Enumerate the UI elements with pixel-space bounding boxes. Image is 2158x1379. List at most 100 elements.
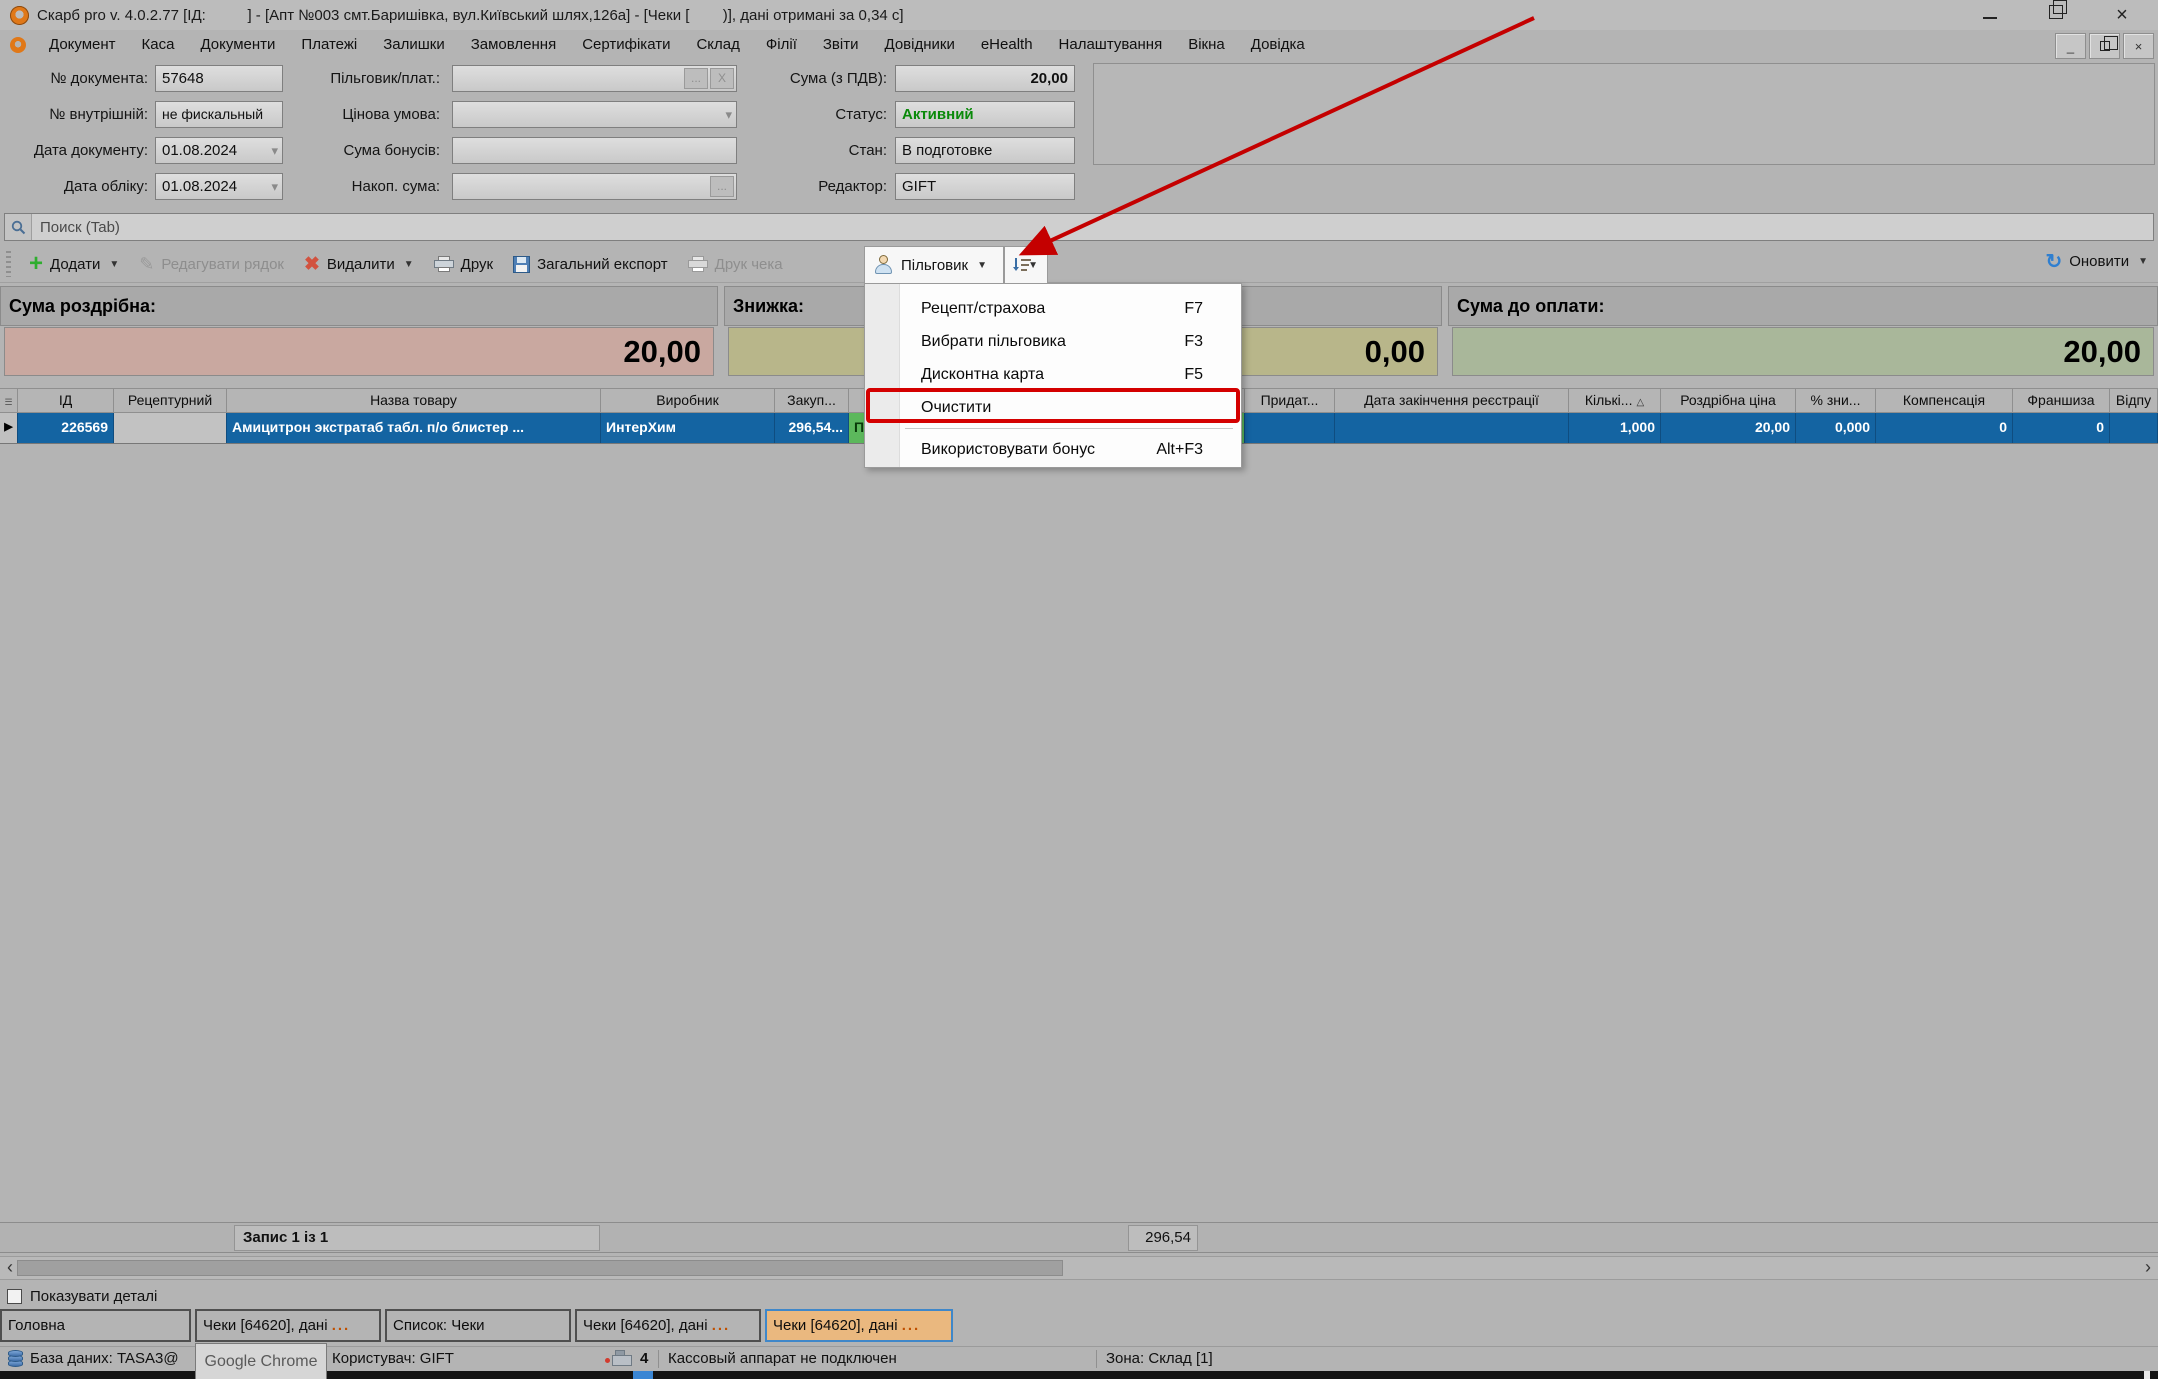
export-button[interactable]: Загальний експорт [503,249,678,279]
menubar-item[interactable]: Замовлення [458,30,569,60]
plus-icon: + [29,254,43,274]
table-cell[interactable]: 0 [1876,413,2013,443]
table-cell[interactable]: ИнтерХим [601,413,775,443]
table-cell[interactable]: Амицитрон экстратаб табл. п/о блистер ..… [227,413,601,443]
account-date-field[interactable]: 01.08.2024▾ [155,173,283,200]
column-header[interactable]: Назва товару [227,388,601,413]
table-cell[interactable]: 0 [2013,413,2110,443]
menubar-item[interactable]: Довідники [872,30,968,60]
beneficiary-field[interactable]: ... X [452,65,737,92]
sort-menu-button[interactable]: ▼ [1004,246,1048,283]
chevron-down-icon[interactable]: ▾ [725,102,732,127]
menu-item-рецепт-страхова[interactable]: Рецепт/страховаF7 [865,292,1241,325]
table-cell[interactable]: 20,00 [1661,413,1796,443]
column-header[interactable]: % зни... [1796,388,1876,413]
price-condition-label: Цінова умова: [290,101,440,128]
bottom-tab[interactable]: Чеки [64620], дані ... [575,1309,761,1342]
chevron-down-icon[interactable]: ▾ [271,138,278,163]
refresh-icon: ↻ [2045,249,2062,274]
accum-sum-field[interactable]: ... [452,173,737,200]
menubar-item[interactable]: Налаштування [1046,30,1176,60]
menu-item-вибрати-пільговика[interactable]: Вибрати пільговикаF3 [865,325,1241,358]
restore-button[interactable] [2046,0,2066,30]
scroll-left-arrow[interactable]: ‹ [2,1257,18,1279]
menu-item-очистити[interactable]: Очистити [865,391,1241,424]
add-button[interactable]: + Додати▼ [19,249,129,279]
export-icon [513,256,530,273]
edit-row-button[interactable]: ✎ Редагувати рядок [129,249,294,279]
menubar-item[interactable]: Платежі [288,30,370,60]
menubar-item[interactable]: Філії [753,30,810,60]
chrome-window-overlay[interactable]: Google Chrome [195,1343,327,1379]
bonus-sum-field[interactable] [452,137,737,164]
minimize-button[interactable] [1980,0,2000,30]
horizontal-scrollbar[interactable]: ‹ › [0,1256,2158,1280]
column-header[interactable]: Франшиза [2013,388,2110,413]
accum-sum-browse-button[interactable]: ... [710,176,734,197]
show-details-checkbox[interactable] [7,1289,22,1304]
state-label: Стан: [737,137,887,164]
menubar-item[interactable]: eHealth [968,30,1046,60]
menubar-item[interactable]: Склад [683,30,752,60]
search-input[interactable] [32,219,2153,236]
price-condition-field[interactable]: ▾ [452,101,737,128]
column-header[interactable]: Придат... [1245,388,1335,413]
mdi-minimize-button[interactable]: _ [2055,33,2086,59]
close-button[interactable]: × [2112,0,2132,30]
menubar-item[interactable]: Документи [187,30,288,60]
refresh-button[interactable]: ↻ Оновити▼ [2045,249,2148,274]
scrollbar-thumb[interactable] [17,1260,1063,1276]
current-row-indicator: ▶ [0,413,18,443]
delete-button[interactable]: ✖ Видалити▼ [294,249,424,279]
column-header[interactable]: Компенсація [1876,388,2013,413]
notes-panel[interactable] [1093,63,2155,165]
toolbar: + Додати▼ ✎ Редагувати рядок ✖ Видалити▼… [0,246,2158,283]
menu-item-використовувати-бонус[interactable]: Використовувати бонусAlt+F3 [865,433,1241,466]
doc-date-field[interactable]: 01.08.2024▾ [155,137,283,164]
column-header[interactable]: Відпу [2110,388,2158,413]
table-cell[interactable]: 1,000 [1569,413,1661,443]
table-cell[interactable]: 226569 [18,413,114,443]
bottom-tab[interactable]: Чеки [64620], дані ... [765,1309,953,1342]
menubar-item[interactable]: Залишки [370,30,458,60]
column-header[interactable]: Закуп... [775,388,849,413]
register-count: 4 [640,1347,648,1371]
column-header[interactable]: Виробник [601,388,775,413]
table-cell[interactable]: 296,54... [775,413,849,443]
print-button[interactable]: Друк [424,249,503,279]
menubar-item[interactable]: Довідка [1238,30,1318,60]
column-header[interactable]: Рецептурний [114,388,227,413]
column-header[interactable]: Роздрібна ціна [1661,388,1796,413]
internal-number-field[interactable]: не фискальный [155,101,283,128]
zone-status: Зона: Склад [1] [1106,1347,1213,1371]
toolbar-grip[interactable] [6,251,11,277]
bottom-tab[interactable]: Чеки [64620], дані ... [195,1309,381,1342]
print-check-button[interactable]: Друк чека [678,249,793,279]
column-header[interactable]: Дата закінчення реєстрації [1335,388,1569,413]
table-cell[interactable]: 0,000 [1796,413,1876,443]
user-status: Користувач: GIFT [332,1347,454,1371]
menubar-item[interactable]: Каса [129,30,188,60]
beneficiary-menu-button[interactable]: Пільговик▼ [864,246,1004,283]
beneficiary-clear-button[interactable]: X [710,68,734,89]
mdi-close-button[interactable]: × [2123,33,2154,59]
bottom-tab[interactable]: Головна [0,1309,191,1342]
menubar-item[interactable]: Звіти [810,30,872,60]
chevron-down-icon[interactable]: ▾ [271,174,278,199]
bottom-tab[interactable]: Список: Чеки [385,1309,571,1342]
doc-number-field[interactable]: 57648 [155,65,283,92]
table-cell[interactable] [2110,413,2158,443]
scroll-right-arrow[interactable]: › [2140,1257,2156,1279]
mdi-restore-button[interactable] [2089,33,2120,59]
beneficiary-browse-button[interactable]: ... [684,68,708,89]
document-menu-icon [10,37,26,53]
table-cell[interactable] [1335,413,1569,443]
table-cell[interactable] [1245,413,1335,443]
menu-item-дисконтна-карта[interactable]: Дисконтна картаF5 [865,358,1241,391]
menubar-item[interactable]: Сертифікати [569,30,683,60]
table-cell[interactable] [114,413,227,443]
column-header[interactable]: ІД [18,388,114,413]
menubar-item[interactable]: Документ [36,30,129,60]
column-header[interactable]: Кількі...△ [1569,388,1661,413]
menubar-item[interactable]: Вікна [1175,30,1238,60]
